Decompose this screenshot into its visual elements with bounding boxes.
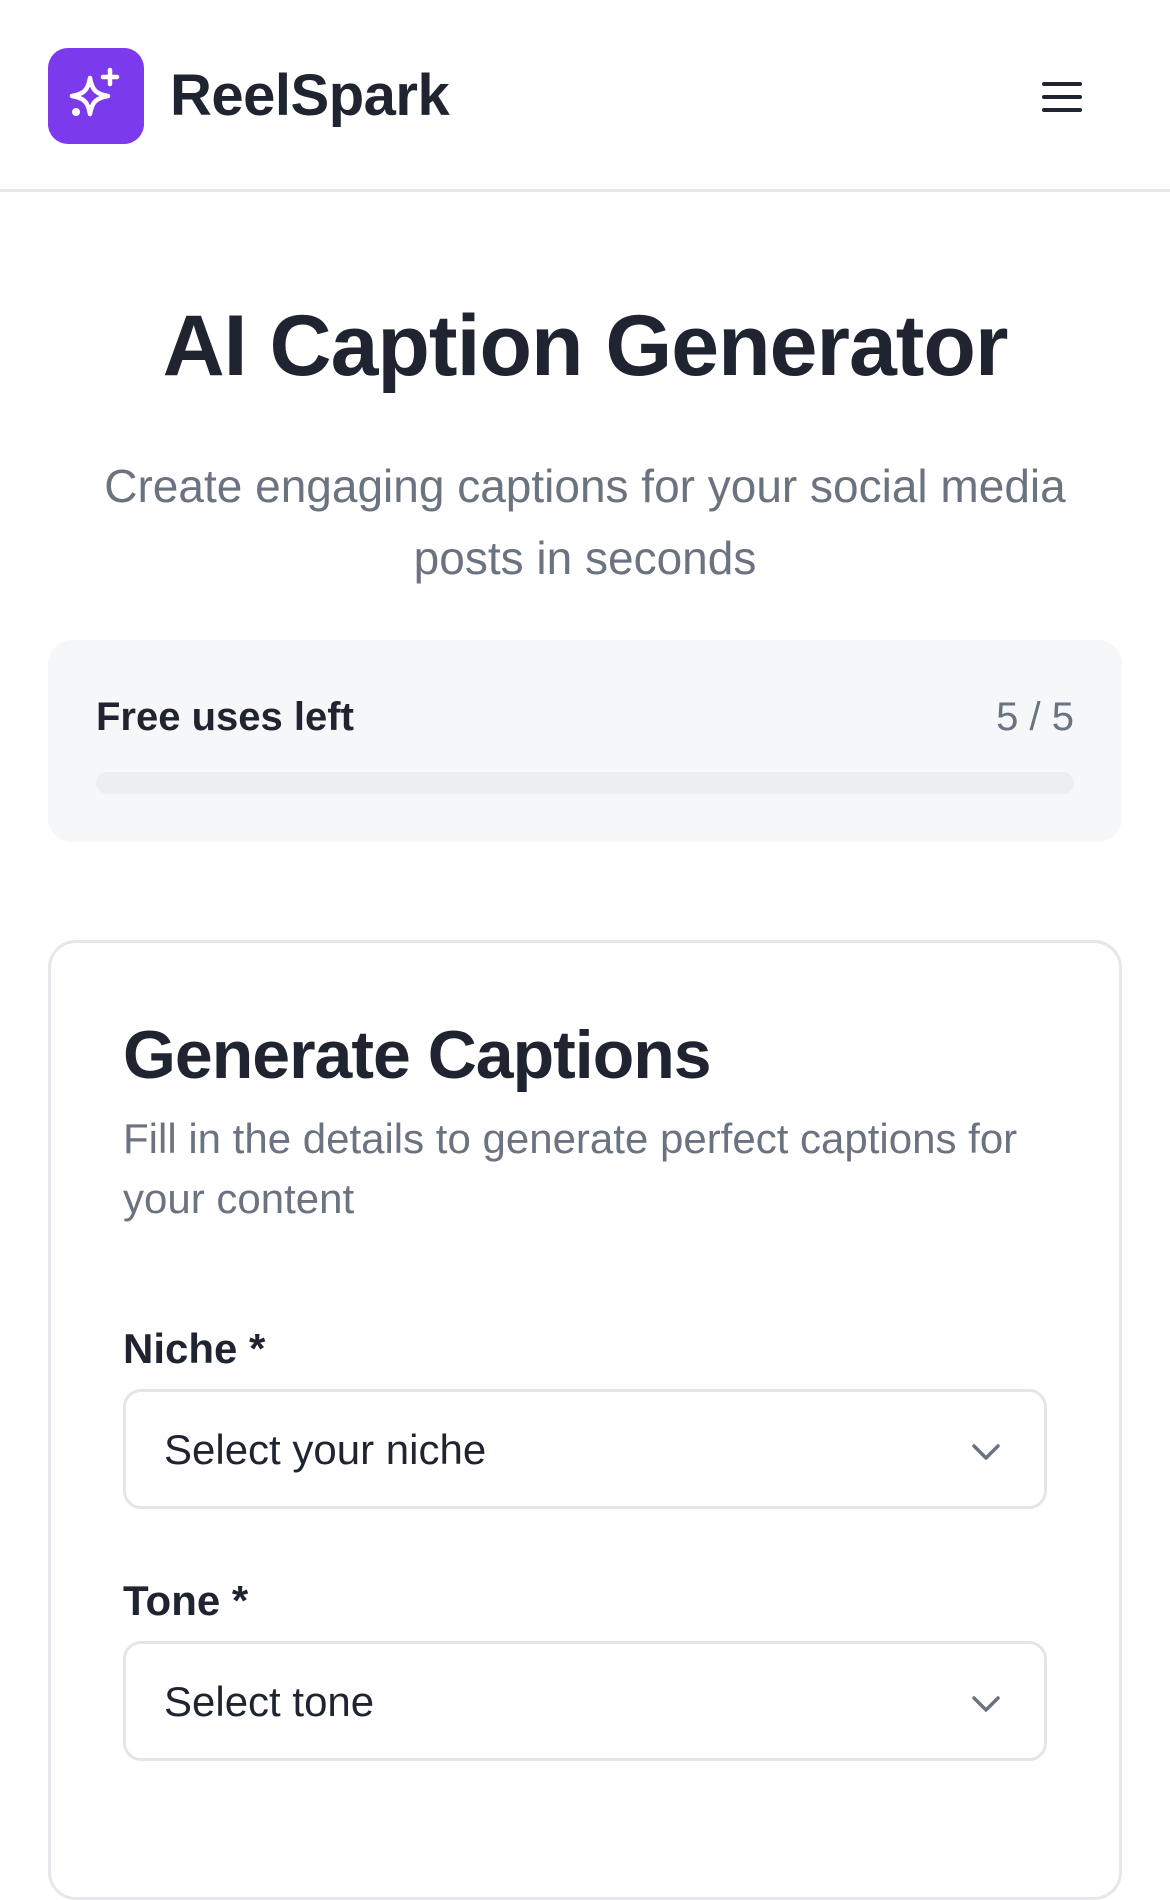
card-title: Generate Captions xyxy=(123,1017,712,1093)
free-uses-label: Free uses left xyxy=(96,695,354,739)
page-subtitle: Create engaging captions for your social… xyxy=(104,460,1066,584)
card-description: Fill in the details to generate perfect … xyxy=(123,1115,1018,1222)
chevron-down-icon xyxy=(972,1444,1000,1460)
tone-label: Tone * xyxy=(123,1577,249,1624)
free-uses-card: Free uses left 5 / 5 xyxy=(48,640,1122,842)
page-title: AI Caption Generator xyxy=(162,298,1009,394)
tone-select[interactable]: Select tone xyxy=(123,1641,1047,1761)
niche-select-value: Select your niche xyxy=(164,1426,487,1473)
app-header: ReelSpark xyxy=(0,0,1170,192)
generate-captions-card: Generate Captions Fill in the details to… xyxy=(48,940,1122,1900)
chevron-down-icon xyxy=(972,1696,1000,1712)
hamburger-menu-icon[interactable] xyxy=(1030,70,1094,124)
sparkles-icon[interactable] xyxy=(48,48,144,144)
usage-progress-bar xyxy=(96,772,1074,794)
niche-select[interactable]: Select your niche xyxy=(123,1389,1047,1509)
tone-select-value: Select tone xyxy=(164,1678,375,1725)
niche-label: Niche * xyxy=(123,1325,266,1372)
brand-name[interactable]: ReelSpark xyxy=(170,58,450,134)
free-uses-count: 5 / 5 xyxy=(996,695,1074,739)
